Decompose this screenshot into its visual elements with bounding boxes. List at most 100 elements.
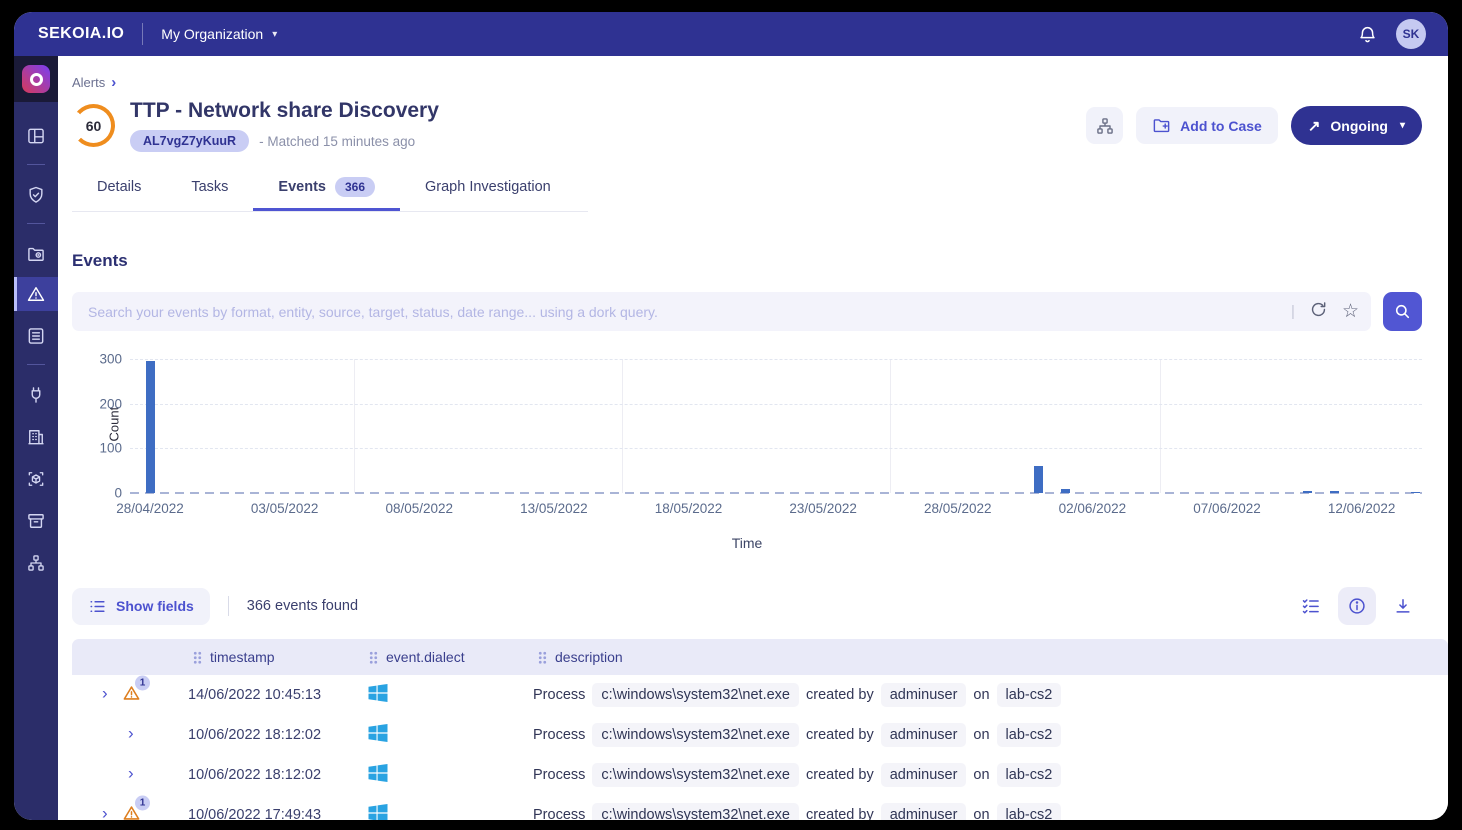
expand-row-chevron-icon[interactable]: ›	[102, 683, 108, 703]
host-chip[interactable]: lab-cs2	[997, 803, 1062, 820]
x-axis-baseline	[130, 492, 1422, 494]
drag-handle-icon[interactable]	[538, 651, 547, 664]
graph-view-button[interactable]	[1086, 107, 1123, 144]
warning-count-badge: 1	[135, 676, 150, 691]
table-row: › 1 14/06/2022 10:45:13 Process c:\windo…	[72, 675, 1448, 715]
column-header-event-dialect[interactable]: event.dialect	[364, 649, 533, 665]
process-path-chip[interactable]: c:\windows\system32\net.exe	[592, 763, 799, 787]
search-button[interactable]	[1383, 292, 1422, 331]
windows-icon	[366, 721, 390, 745]
add-to-case-button[interactable]: Add to Case	[1136, 107, 1278, 144]
windows-icon	[366, 761, 390, 785]
column-header-description[interactable]: description	[533, 649, 1448, 665]
process-path-chip[interactable]: c:\windows\system32\net.exe	[592, 723, 799, 747]
event-dialect-cell	[364, 721, 533, 749]
events-found-count: 366 events found	[247, 598, 358, 614]
user-chip[interactable]: adminuser	[881, 803, 967, 820]
x-tick-label: 23/05/2022	[789, 501, 857, 516]
event-dialect-cell	[364, 801, 533, 820]
sidebar-item-rules[interactable]	[14, 316, 58, 356]
notifications-bell-icon[interactable]	[1357, 24, 1378, 45]
sidebar-item-operations[interactable]	[14, 234, 58, 274]
sidebar-item-alerts[interactable]	[14, 277, 58, 311]
sidebar-item-community[interactable]	[14, 543, 58, 583]
alert-triangle-icon	[26, 284, 46, 304]
column-header-timestamp[interactable]: timestamp	[188, 649, 364, 665]
sidebar-item-storage[interactable]	[14, 501, 58, 541]
x-tick-label: 07/06/2022	[1193, 501, 1261, 516]
events-search-field[interactable]: | ☆	[72, 292, 1371, 331]
sidebar-item-sandbox[interactable]	[14, 459, 58, 499]
search-icon	[1393, 302, 1412, 321]
archive-box-icon	[26, 511, 46, 531]
warning-indicator[interactable]: 1	[122, 684, 141, 707]
sidebar-item-dashboard[interactable]	[14, 116, 58, 156]
tab-events[interactable]: Events 366	[253, 168, 400, 211]
expand-row-chevron-icon[interactable]: ›	[102, 803, 108, 820]
column-settings-button[interactable]	[1292, 587, 1330, 625]
star-icon[interactable]: ☆	[1342, 300, 1359, 323]
sidebar-item-intelligence[interactable]	[14, 417, 58, 457]
histogram-bar[interactable]	[1061, 489, 1070, 493]
user-chip[interactable]: adminuser	[881, 763, 967, 787]
host-chip[interactable]: lab-cs2	[997, 723, 1062, 747]
histogram-bar[interactable]	[1330, 491, 1339, 493]
histogram-bar[interactable]	[146, 361, 155, 493]
x-axis-label: Time	[72, 535, 1422, 551]
tab-tasks[interactable]: Tasks	[166, 168, 253, 211]
histogram-bar[interactable]	[1034, 466, 1043, 493]
organization-selector[interactable]: My Organization ▾	[161, 26, 277, 42]
x-tick-label: 03/05/2022	[251, 501, 319, 516]
sidebar-item-shield[interactable]	[14, 175, 58, 215]
histogram-bar[interactable]	[1303, 491, 1312, 493]
sidebar-divider	[27, 164, 45, 165]
chevron-right-icon: ›	[111, 74, 116, 91]
breadcrumb-alerts-link[interactable]: Alerts	[72, 75, 105, 90]
expand-row-chevron-icon[interactable]: ›	[128, 723, 134, 743]
warning-indicator[interactable]: 1	[122, 804, 141, 821]
x-tick-label: 08/05/2022	[385, 501, 453, 516]
search-input[interactable]	[88, 304, 1291, 320]
alert-id-badge[interactable]: AL7vgZ7yKuuR	[130, 130, 249, 152]
event-timestamp: 10/06/2022 18:12:02	[188, 727, 364, 743]
event-description: Process c:\windows\system32\net.exe crea…	[533, 803, 1448, 820]
x-tick-label: 18/05/2022	[655, 501, 723, 516]
page-title: TTP - Network share Discovery	[130, 99, 439, 123]
process-path-chip[interactable]: c:\windows\system32\net.exe	[592, 803, 799, 820]
status-button[interactable]: ↗ Ongoing ▾	[1291, 106, 1422, 145]
expand-row-chevron-icon[interactable]: ›	[128, 763, 134, 783]
drag-handle-icon[interactable]	[193, 651, 202, 664]
user-chip[interactable]: adminuser	[881, 683, 967, 707]
chart-plot-area[interactable]: Count 0100200300	[130, 359, 1422, 493]
refresh-icon[interactable]	[1309, 300, 1328, 324]
show-fields-button[interactable]: Show fields	[72, 588, 210, 625]
download-button[interactable]	[1384, 587, 1422, 625]
histogram-bar[interactable]	[1411, 492, 1420, 493]
events-table: timestamp event.dialect description › 1 …	[72, 639, 1448, 820]
download-icon	[1393, 596, 1413, 616]
sidebar-logo[interactable]	[14, 56, 58, 102]
chevron-down-icon: ▾	[272, 29, 277, 40]
event-timestamp: 14/06/2022 10:45:13	[188, 687, 364, 703]
user-chip[interactable]: adminuser	[881, 723, 967, 747]
arrow-up-right-icon: ↗	[1308, 117, 1321, 135]
host-chip[interactable]: lab-cs2	[997, 683, 1062, 707]
user-avatar[interactable]: SK	[1396, 19, 1426, 49]
sekoia-logo-icon	[22, 65, 50, 93]
top-bar: SEKOIA.IO My Organization ▾ SK	[14, 12, 1448, 56]
tab-details[interactable]: Details	[72, 168, 166, 211]
host-chip[interactable]: lab-cs2	[997, 763, 1062, 787]
sidebar-item-integrations[interactable]	[14, 375, 58, 415]
info-button[interactable]	[1338, 587, 1376, 625]
y-tick-label: 300	[99, 352, 122, 367]
y-tick-label: 100	[99, 441, 122, 456]
list-icon	[88, 597, 107, 616]
main-content: Alerts › 60 TTP - Network share Discover…	[58, 56, 1448, 820]
drag-handle-icon[interactable]	[369, 651, 378, 664]
plug-icon	[26, 385, 46, 405]
event-dialect-cell	[364, 681, 533, 709]
tab-graph-investigation[interactable]: Graph Investigation	[400, 168, 576, 211]
event-description: Process c:\windows\system32\net.exe crea…	[533, 723, 1448, 747]
sitemap-icon	[26, 553, 46, 573]
process-path-chip[interactable]: c:\windows\system32\net.exe	[592, 683, 799, 707]
